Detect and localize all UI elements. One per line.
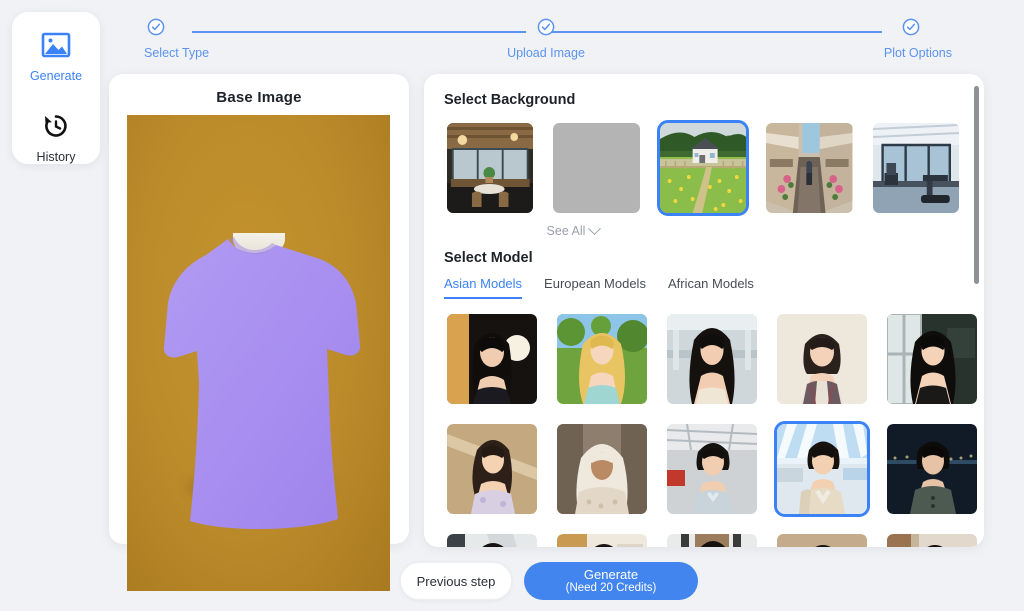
model-thumb-male-row3-item1[interactable] (444, 531, 540, 547)
stepper-step-label: Plot Options (883, 46, 952, 60)
see-all-backgrounds-button[interactable]: See All (444, 221, 702, 238)
history-clock-icon (41, 111, 71, 144)
generate-credits-label: (Need 20 Credits) (565, 581, 657, 594)
check-circle-icon (147, 18, 165, 36)
see-all-label: See All (546, 224, 586, 238)
options-panel: Select Background See All Select Model A… (424, 74, 984, 547)
model-thumb-female-row3-item4[interactable] (774, 531, 870, 547)
model-thumb-female-smiling-warm-light[interactable] (444, 421, 540, 517)
model-thumb-male-beige-jacket-mall[interactable] (774, 421, 870, 517)
model-thumb-female-blonde-garden[interactable] (554, 311, 650, 407)
scrollbar-thumb[interactable] (974, 86, 979, 284)
model-thumb-female-long-hair-terrace[interactable] (664, 311, 760, 407)
page-title: Base Image (216, 89, 302, 106)
footer-actions: Previous step Generate (Need 20 Credits) (400, 562, 698, 600)
stepper-step-label: Upload Image (507, 46, 585, 60)
generate-button[interactable]: Generate (Need 20 Credits) (524, 562, 698, 600)
model-thumb-female-row3-item2[interactable] (554, 531, 650, 547)
sidebar-item-generate[interactable]: Generate (12, 28, 100, 91)
left-nav-rail: Generate History (12, 12, 100, 164)
tab-asian-models[interactable]: Asian Models (444, 276, 523, 299)
select-model-title: Select Model (444, 250, 533, 266)
model-thumb-male-short-hair-mall[interactable] (664, 421, 760, 517)
check-circle-icon (902, 18, 920, 36)
stepper-connector-1 (192, 31, 526, 33)
model-thumb-female-row3-item5[interactable] (884, 531, 980, 547)
model-category-tabs: Asian Models European Models African Mod… (444, 276, 962, 299)
background-thumb-modern-gym-interior[interactable] (870, 120, 962, 216)
vertical-scrollbar[interactable] (974, 86, 979, 535)
generate-label: Generate (583, 566, 639, 582)
base-image-preview[interactable] (127, 115, 390, 591)
progress-stepper: Select Type Upload Image Plot Options (144, 18, 952, 68)
background-thumb-cafe-window-interior[interactable] (444, 120, 536, 216)
chevron-down-icon (588, 221, 602, 235)
stepper-step-upload-image[interactable]: Upload Image (486, 18, 606, 60)
stepper-step-label: Select Type (144, 46, 210, 60)
sidebar-item-label: Generate (29, 69, 83, 83)
previous-step-label: Previous step (416, 573, 496, 589)
check-circle-icon (537, 18, 555, 36)
background-thumb-countryside-cottage-meadow[interactable] (656, 120, 750, 216)
previous-step-button[interactable]: Previous step (400, 562, 512, 600)
model-thumb-female-hijab-portrait[interactable] (554, 421, 650, 517)
background-thumbnail-row (444, 120, 962, 216)
select-background-title: Select Background (444, 92, 576, 108)
image-icon (41, 32, 71, 63)
model-thumb-male-row3-item3[interactable] (664, 531, 760, 547)
model-thumb-female-classroom-window[interactable] (884, 311, 980, 407)
app-root: Generate History Select Type Upload Imag… (0, 0, 1024, 611)
model-thumb-female-bob-haircut-studio[interactable] (774, 311, 870, 407)
sidebar-item-history[interactable]: History (12, 107, 100, 172)
model-thumb-male-night-portrait[interactable] (884, 421, 980, 517)
tshirt-graphic (163, 237, 360, 530)
background-thumb-plain-gray-backdrop[interactable] (550, 120, 642, 216)
tab-european-models[interactable]: European Models (544, 276, 646, 299)
model-thumbnail-grid (444, 311, 977, 547)
model-thumb-female-dark-hair-spotlight[interactable] (444, 311, 540, 407)
stepper-step-plot-options[interactable]: Plot Options (850, 18, 970, 60)
background-thumb-european-street-shops[interactable] (763, 120, 855, 216)
sidebar-item-label: History (36, 150, 76, 164)
tab-african-models[interactable]: African Models (668, 276, 754, 299)
stepper-step-select-type[interactable]: Select Type (122, 18, 242, 60)
